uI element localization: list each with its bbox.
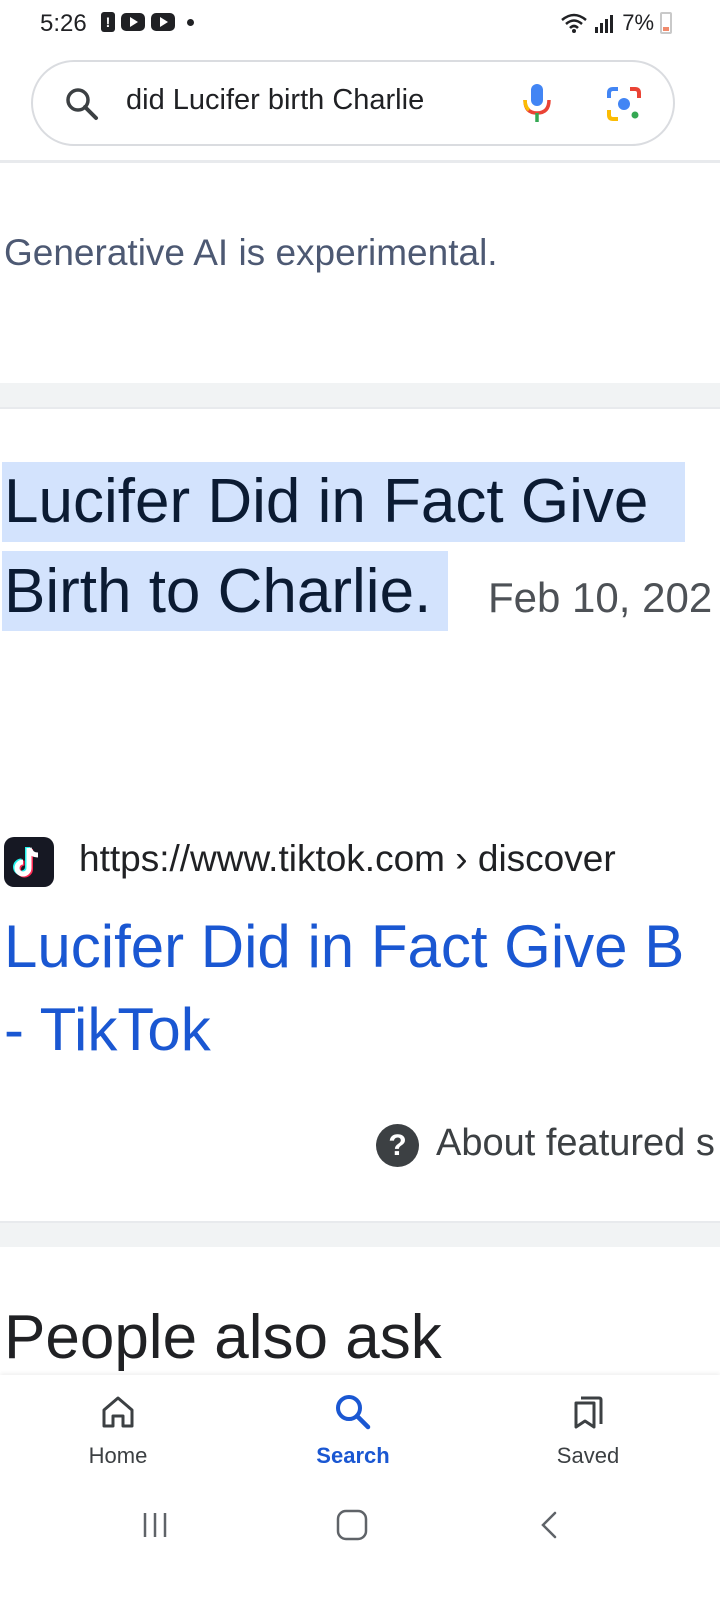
featured-snippet-text: Lucifer Did in Fact Give xyxy=(4,467,649,536)
back-icon xyxy=(541,1511,557,1539)
wifi-icon xyxy=(561,13,588,33)
nav-label: Saved xyxy=(556,1443,620,1468)
status-time: 5:26 xyxy=(40,10,87,37)
search-icon xyxy=(336,1395,371,1430)
tiktok-icon[interactable] xyxy=(4,837,54,887)
nav-search[interactable]: Search xyxy=(283,1392,423,1469)
signal-icon xyxy=(595,15,614,33)
people-also-ask-heading: People also ask xyxy=(4,1303,442,1372)
recents-icon xyxy=(143,1513,167,1537)
more-notifications-icon xyxy=(187,18,194,26)
featured-snippet-text: Birth to Charlie. xyxy=(4,556,431,627)
ai-notice: Generative AI is experimental. xyxy=(4,232,498,273)
search-icon xyxy=(66,88,98,120)
microphone-icon[interactable] xyxy=(520,82,554,124)
status-notifications: ! xyxy=(101,12,194,32)
result-title-link[interactable]: - TikTok xyxy=(4,995,211,1064)
search-input[interactable]: did Lucifer birth Charlie xyxy=(126,84,424,117)
section-separator xyxy=(0,383,720,409)
status-right: 7% xyxy=(560,10,672,36)
home-square-icon xyxy=(336,1509,368,1541)
youtube-icon xyxy=(121,13,145,31)
google-lens-icon[interactable] xyxy=(605,85,643,123)
alert-icon: ! xyxy=(101,12,115,32)
help-icon[interactable]: ? xyxy=(376,1124,419,1167)
tiktok-note-icon xyxy=(13,847,39,878)
result-url[interactable]: https://www.tiktok.com › discover xyxy=(79,838,616,880)
snippet-date: Feb 10, 202 xyxy=(488,574,713,621)
header-divider xyxy=(0,160,720,163)
snippet-punctuation: . xyxy=(414,557,432,626)
page: 5:26 ! 7% did Lucifer birth Charlie Gene… xyxy=(0,0,720,1600)
nav-saved[interactable]: Saved xyxy=(518,1392,658,1469)
back-button[interactable] xyxy=(520,1505,580,1545)
about-featured-snippets-link[interactable]: About featured s xyxy=(436,1122,715,1165)
home-icon xyxy=(102,1396,134,1428)
nav-label: Search xyxy=(316,1443,390,1468)
battery-percent: 7% xyxy=(622,10,654,35)
recent-apps-button[interactable] xyxy=(125,1505,185,1545)
nav-label: Home xyxy=(88,1443,148,1468)
saved-icon xyxy=(574,1396,603,1429)
home-button[interactable] xyxy=(322,1505,382,1545)
result-title-link[interactable]: Lucifer Did in Fact Give B xyxy=(4,912,684,981)
section-separator xyxy=(0,1221,720,1247)
nav-home[interactable]: Home xyxy=(48,1392,188,1469)
youtube-icon xyxy=(151,13,175,31)
battery-icon xyxy=(660,12,672,34)
highlighted-text: Birth to Charlie xyxy=(4,557,415,626)
